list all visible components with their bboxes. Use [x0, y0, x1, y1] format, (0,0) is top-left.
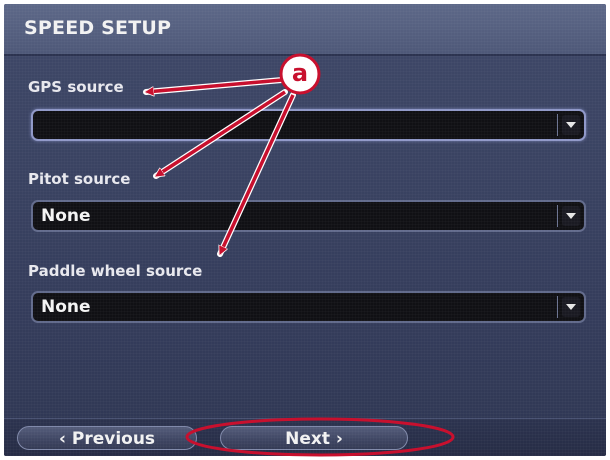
arrow-to-paddle-label [220, 94, 295, 254]
next-button-highlight [185, 417, 455, 457]
arrow-to-pitot-label [156, 90, 286, 176]
callout-arrows [143, 77, 296, 257]
arrow-to-gps-label [146, 78, 283, 92]
callout-letter: a [291, 59, 309, 87]
